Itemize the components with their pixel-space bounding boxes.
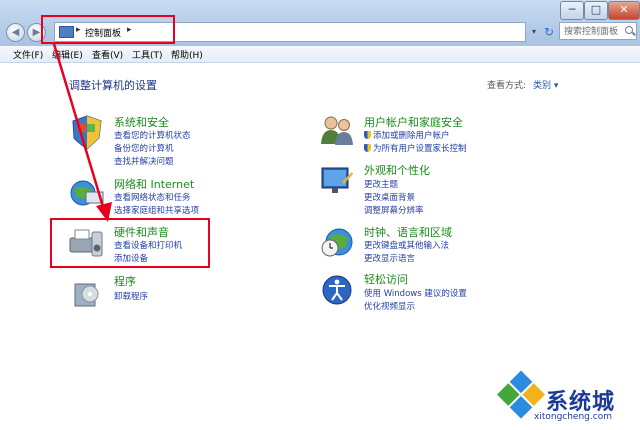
link-backup-computer[interactable]: 备份您的计算机 bbox=[114, 142, 174, 154]
menu-file[interactable]: 文件(F) bbox=[13, 48, 43, 61]
link-screen-resolution[interactable]: 调整屏幕分辨率 bbox=[364, 204, 424, 216]
annotation-arrow-icon bbox=[52, 43, 112, 222]
link-find-fix-problems[interactable]: 查找并解决问题 bbox=[114, 155, 174, 167]
link-add-remove-users[interactable]: 添加或删除用户帐户 bbox=[364, 129, 450, 141]
category-ease-of-access[interactable]: 轻松访问 bbox=[364, 271, 408, 287]
category-clock-language[interactable]: 时钟、语言和区域 bbox=[364, 224, 452, 240]
category-programs[interactable]: 程序 bbox=[114, 273, 136, 289]
clock-globe-icon bbox=[321, 228, 353, 257]
refresh-icon[interactable]: ↻ bbox=[541, 23, 557, 41]
category-network-internet[interactable]: 网络和 Internet bbox=[114, 176, 194, 192]
search-placeholder: 搜索控制面板 bbox=[564, 27, 619, 37]
close-button[interactable]: ✕ bbox=[608, 1, 640, 20]
link-parental-controls[interactable]: 为所有用户设置家长控制 bbox=[364, 142, 467, 154]
accessibility-icon bbox=[322, 275, 352, 305]
back-button[interactable]: ◀ bbox=[6, 23, 25, 42]
programs-icon bbox=[74, 283, 99, 307]
uac-shield-icon bbox=[364, 144, 371, 152]
link-change-input-method[interactable]: 更改键盘或其他输入法 bbox=[364, 239, 449, 251]
menu-help[interactable]: 帮助(H) bbox=[171, 48, 203, 61]
minimize-button[interactable]: ─ bbox=[560, 1, 584, 20]
link-label: 为所有用户设置家长控制 bbox=[373, 144, 467, 154]
link-change-theme[interactable]: 更改主题 bbox=[364, 178, 398, 190]
link-label: 添加或删除用户帐户 bbox=[373, 131, 450, 141]
view-by-dropdown[interactable]: 类别 ▾ bbox=[533, 78, 558, 91]
view-by-label: 查看方式: bbox=[487, 81, 527, 91]
link-view-computer-status[interactable]: 查看您的计算机状态 bbox=[114, 129, 191, 141]
maximize-button[interactable]: □ bbox=[584, 1, 608, 20]
search-input[interactable]: 搜索控制面板 bbox=[559, 22, 637, 40]
category-system-security[interactable]: 系统和安全 bbox=[114, 114, 169, 130]
category-appearance[interactable]: 外观和个性化 bbox=[364, 162, 430, 178]
link-view-network-status[interactable]: 查看网络状态和任务 bbox=[114, 191, 191, 203]
link-homegroup-sharing[interactable]: 选择家庭组和共享选项 bbox=[114, 204, 199, 216]
category-user-accounts[interactable]: 用户帐户和家庭安全 bbox=[364, 114, 463, 130]
display-icon bbox=[321, 167, 353, 193]
link-uninstall-program[interactable]: 卸载程序 bbox=[114, 290, 148, 302]
uac-shield-icon bbox=[364, 131, 371, 139]
search-icon[interactable] bbox=[625, 26, 633, 34]
users-icon bbox=[321, 116, 353, 145]
link-change-background[interactable]: 更改桌面背景 bbox=[364, 191, 415, 203]
watermark-url: xitongcheng.com bbox=[534, 412, 612, 422]
link-change-display-language[interactable]: 更改显示语言 bbox=[364, 252, 415, 264]
address-dropdown-icon[interactable]: ▾ bbox=[528, 23, 540, 41]
link-optimize-video[interactable]: 优化视频显示 bbox=[364, 300, 415, 312]
menu-tools[interactable]: 工具(T) bbox=[132, 48, 163, 61]
link-recommended-settings[interactable]: 使用 Windows 建议的设置 bbox=[364, 287, 467, 299]
